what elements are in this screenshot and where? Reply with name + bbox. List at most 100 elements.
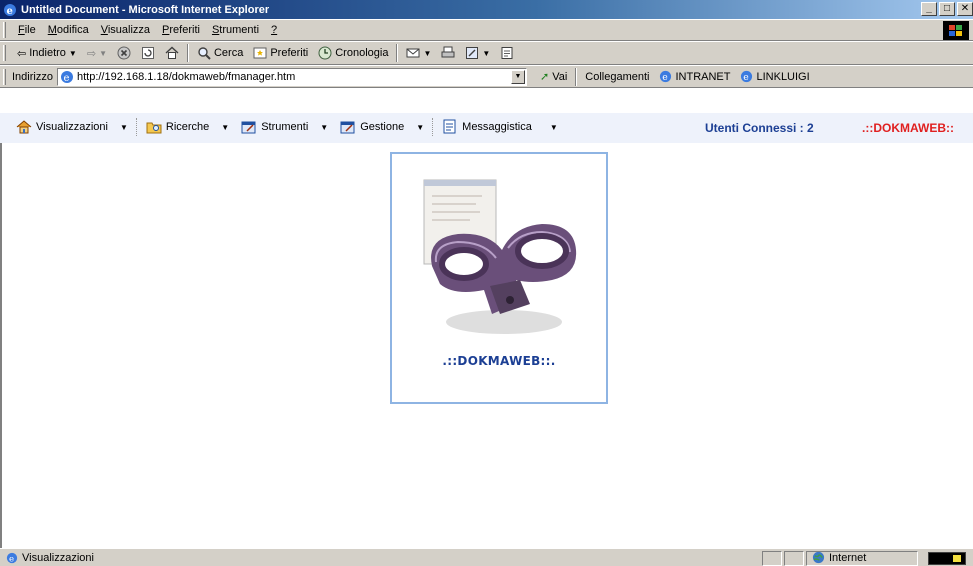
menu-preferiti[interactable]: Preferiti xyxy=(156,24,206,36)
print-button[interactable] xyxy=(436,43,460,63)
back-arrow-icon: ⇦ xyxy=(17,47,27,60)
svg-text:e: e xyxy=(744,72,750,83)
window-title: Untitled Document - Microsoft Internet E… xyxy=(21,3,270,16)
standard-toolbar: ⇦ Indietro ▼ ⇨ ▼ Cerca Preferiti Cronolo… xyxy=(0,41,973,65)
page-content: .::DOKMAWEB::. xyxy=(0,143,973,548)
connected-users: Utenti Connessi : 2 xyxy=(705,121,814,135)
product-logo-image xyxy=(423,179,577,334)
go-arrow-icon: ➚ xyxy=(539,71,550,83)
home-icon xyxy=(16,120,32,134)
link-linkluigi[interactable]: e LINKLUIGI xyxy=(735,67,814,87)
windows-logo-icon xyxy=(943,21,969,40)
window-titlebar[interactable]: e Untitled Document - Microsoft Internet… xyxy=(0,0,973,19)
nav-label: Visualizzazioni xyxy=(36,121,108,133)
go-button[interactable]: ➚ Vai xyxy=(535,67,572,87)
go-label: Vai xyxy=(552,70,568,83)
back-button[interactable]: ⇦ Indietro ▼ xyxy=(12,43,82,63)
link-label: INTRANET xyxy=(675,70,731,83)
chevron-down-icon[interactable]: ▼ xyxy=(416,123,424,132)
chevron-down-icon[interactable]: ▼ xyxy=(423,49,431,58)
address-bar: Indirizzo e http://192.168.1.18/dokmaweb… xyxy=(0,65,973,88)
nav-ricerche[interactable]: Ricerche ▼ xyxy=(140,117,235,137)
favorites-button[interactable]: Preferiti xyxy=(248,43,313,63)
svg-text:e: e xyxy=(63,73,69,84)
security-zone[interactable]: Internet xyxy=(812,551,866,564)
forward-arrow-icon: ⇨ xyxy=(86,47,97,60)
svg-text:e: e xyxy=(7,6,13,17)
favorites-label: Preferiti xyxy=(270,47,309,59)
folder-search-icon xyxy=(146,122,162,134)
history-label: Cronologia xyxy=(335,47,389,59)
minimize-button[interactable]: _ xyxy=(921,2,937,16)
address-input[interactable]: e http://192.168.1.18/dokmaweb/fmanager.… xyxy=(56,67,527,86)
nav-messaggistica[interactable]: Messaggistica ▼ xyxy=(436,117,564,137)
status-pane xyxy=(762,551,782,566)
toolbar-separator xyxy=(396,44,399,62)
resize-grip-icon[interactable] xyxy=(928,552,966,565)
address-dropdown-button[interactable]: ▼ xyxy=(510,69,525,84)
toolbar-separator xyxy=(186,44,189,62)
app-menu: Visualizzazioni ▼ Ricerche ▼ Strumenti ▼… xyxy=(10,116,564,138)
edit-button[interactable]: ▼ xyxy=(460,43,495,63)
nav-visualizzazioni[interactable]: Visualizzazioni ▼ xyxy=(10,117,134,137)
chevron-down-icon[interactable]: ▼ xyxy=(482,49,490,58)
tools-icon xyxy=(241,121,256,134)
manage-icon xyxy=(340,121,355,134)
chevron-down-icon[interactable]: ▼ xyxy=(69,49,77,58)
nav-label: Strumenti xyxy=(261,121,309,133)
discuss-button[interactable] xyxy=(495,43,519,63)
chevron-down-icon[interactable]: ▼ xyxy=(120,123,128,132)
nav-gestione[interactable]: Gestione ▼ xyxy=(334,117,430,137)
history-icon xyxy=(318,46,332,60)
chevron-down-icon[interactable]: ▼ xyxy=(320,123,328,132)
maximize-button[interactable]: □ xyxy=(939,2,955,16)
favorites-icon xyxy=(253,47,267,59)
stop-button[interactable] xyxy=(112,43,136,63)
history-button[interactable]: Cronologia xyxy=(313,43,393,63)
menu-bar: File Modifica Visualizza Preferiti Strum… xyxy=(0,19,973,41)
search-icon xyxy=(198,47,211,60)
close-button[interactable]: ✕ xyxy=(957,2,973,16)
links-label: Collegamenti xyxy=(585,70,650,83)
home-button[interactable] xyxy=(160,43,184,63)
link-intranet[interactable]: e INTRANET xyxy=(654,67,735,87)
menu-visualizza[interactable]: Visualizza xyxy=(95,24,156,36)
forward-button[interactable]: ⇨ ▼ xyxy=(82,43,112,63)
toolbar-separator xyxy=(575,67,578,86)
toolbar-grip[interactable] xyxy=(3,45,6,61)
nav-label: Messaggistica xyxy=(462,121,532,133)
globe-icon xyxy=(812,551,825,564)
svg-text:e: e xyxy=(9,554,14,564)
refresh-button[interactable] xyxy=(136,43,160,63)
menu-help[interactable]: ? xyxy=(265,24,283,36)
nav-separator xyxy=(432,118,434,136)
chevron-down-icon[interactable]: ▼ xyxy=(99,49,107,58)
status-bar: e Visualizzazioni Internet xyxy=(0,548,973,566)
menu-strumenti[interactable]: Strumenti xyxy=(206,24,265,36)
search-label: Cerca xyxy=(213,47,244,59)
nav-label: Ricerche xyxy=(165,121,210,133)
nav-strumenti[interactable]: Strumenti ▼ xyxy=(235,117,334,137)
ie-page-icon: e xyxy=(660,70,672,83)
messages-icon xyxy=(443,119,456,134)
chevron-down-icon[interactable]: ▼ xyxy=(550,123,558,132)
edit-icon xyxy=(466,47,479,59)
link-label: LINKLUIGI xyxy=(756,70,810,83)
address-label: Indirizzo xyxy=(12,70,53,83)
mail-icon xyxy=(406,48,420,58)
chevron-down-icon[interactable]: ▼ xyxy=(221,123,229,132)
page-icon: e xyxy=(60,70,73,84)
refresh-icon xyxy=(141,47,154,59)
status-text: Visualizzazioni xyxy=(22,551,94,564)
logo-panel[interactable]: .::DOKMAWEB::. xyxy=(390,152,608,404)
menu-modifica[interactable]: Modifica xyxy=(42,24,95,36)
app-navbar: Visualizzazioni ▼ Ricerche ▼ Strumenti ▼… xyxy=(0,113,973,143)
mail-button[interactable]: ▼ xyxy=(401,43,436,63)
toolbar-grip[interactable] xyxy=(3,22,6,38)
nav-label: Gestione xyxy=(360,121,405,133)
logo-caption: .::DOKMAWEB::. xyxy=(442,354,556,368)
printer-icon xyxy=(441,46,455,58)
menu-file[interactable]: File xyxy=(12,24,42,36)
search-button[interactable]: Cerca xyxy=(192,43,248,63)
zone-label: Internet xyxy=(829,551,867,564)
